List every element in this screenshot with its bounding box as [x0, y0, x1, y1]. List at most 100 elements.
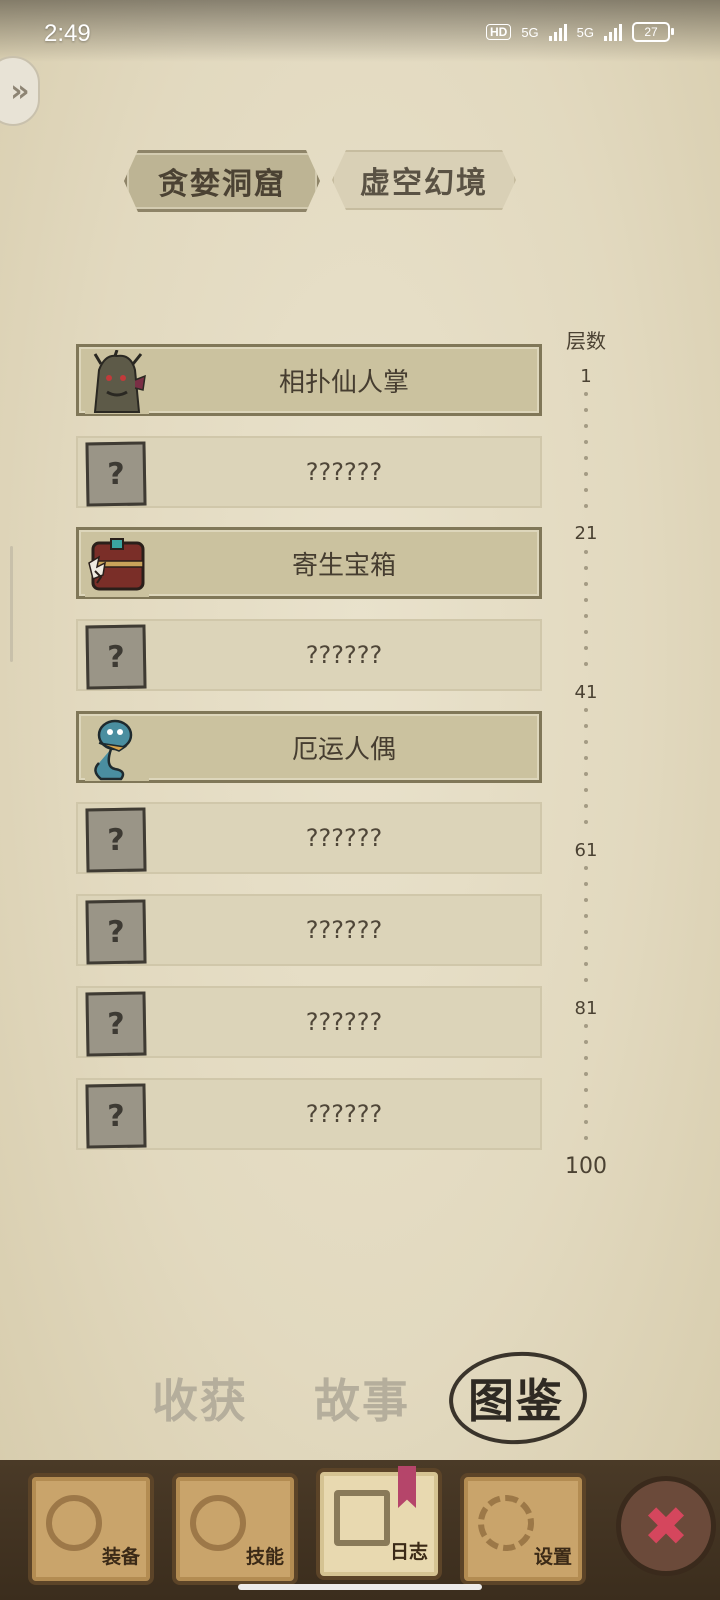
ruler-dot: [584, 978, 588, 982]
nav-label: 日志: [389, 1541, 428, 1563]
nav-label: 设置: [533, 1546, 572, 1568]
ruler-dot: [584, 882, 588, 886]
ruler-dot: [584, 946, 588, 950]
tab-story[interactable]: 故事: [314, 1365, 410, 1431]
question-card-icon: ?: [85, 1083, 147, 1149]
layer-mark: 41: [574, 682, 598, 703]
ruler-dot: [584, 820, 588, 824]
ruler-dot: [584, 1024, 588, 1028]
ruler-dot: [584, 914, 588, 918]
boss-name: 厄运人偶: [291, 734, 396, 765]
boss-row-locked[interactable]: ? ??????: [76, 986, 542, 1058]
layer-mark: 100: [565, 1154, 607, 1179]
home-indicator[interactable]: [238, 1584, 482, 1590]
tab-harvest[interactable]: 收获: [152, 1365, 248, 1431]
ruler-dot: [584, 472, 588, 476]
boss-row-cactus[interactable]: 相扑仙人掌: [76, 344, 542, 416]
nav-label: 技能: [245, 1546, 284, 1568]
mimic-chest-icon: [85, 533, 149, 597]
ruler-dot: [584, 962, 588, 966]
ruler-dot: [584, 756, 588, 760]
signal-icon: [548, 23, 567, 41]
ruler-dot: [584, 1136, 588, 1140]
nav-journal-button[interactable]: 日志: [316, 1468, 442, 1580]
ruler-dot: [584, 898, 588, 902]
boss-name: ??????: [305, 1100, 383, 1128]
ruler-dot: [584, 598, 588, 602]
boss-row-locked[interactable]: ? ??????: [76, 802, 542, 874]
ruler-dot: [584, 1104, 588, 1108]
ruler-dot: [584, 392, 588, 396]
ruler-dot: [584, 456, 588, 460]
ruler-dot: [584, 740, 588, 744]
signal-icon-2: [604, 23, 622, 41]
ruler-dot: [584, 1088, 588, 1092]
tab-greed-cave[interactable]: 贪婪洞窟: [124, 150, 320, 212]
boss-row-locked[interactable]: ? ??????: [76, 894, 542, 966]
boss-row-locked[interactable]: ? ??????: [76, 619, 542, 691]
ruler-dot: [584, 772, 588, 776]
boss-name: ??????: [305, 1008, 383, 1036]
scroll-indicator: [10, 546, 13, 662]
ruler-dot: [584, 614, 588, 618]
close-button[interactable]: ✖: [616, 1476, 716, 1576]
boss-row-doll[interactable]: 厄运人偶: [76, 711, 542, 783]
ruler-dot: [584, 408, 588, 412]
question-card-icon: ?: [85, 991, 147, 1057]
boss-name: ??????: [305, 824, 383, 852]
ruler-dot: [584, 930, 588, 934]
ruler-dot: [584, 488, 588, 492]
battery-icon: 27: [632, 22, 674, 42]
ruler-dot: [584, 708, 588, 712]
boss-row-locked[interactable]: ? ??????: [76, 1078, 542, 1150]
network-type-1: 5G: [521, 24, 539, 40]
boss-name: ??????: [305, 458, 383, 486]
doom-doll-icon: [85, 717, 149, 781]
ruler-dot: [584, 788, 588, 792]
boss-name: 寄生宝箱: [291, 550, 396, 581]
journal-icon: [334, 1490, 390, 1546]
layer-mark: 81: [574, 998, 598, 1019]
ruler-dot: [584, 630, 588, 634]
ruler-dot: [584, 550, 588, 554]
gear-icon: [478, 1495, 534, 1551]
ruler-dot: [584, 424, 588, 428]
ruler-dot: [584, 646, 588, 650]
tab-void-realm[interactable]: 虚空幻境: [332, 150, 516, 210]
ruler-dot: [584, 440, 588, 444]
boss-name: ??????: [305, 916, 383, 944]
question-card-icon: ?: [85, 441, 147, 507]
ruler-dot: [584, 804, 588, 808]
boss-row-mimic[interactable]: 寄生宝箱: [76, 527, 542, 599]
network-type-2: 5G: [576, 24, 594, 40]
nav-settings-button[interactable]: 设置: [460, 1473, 586, 1585]
ruler-dot: [584, 504, 588, 508]
hd-voice-icon: HD: [485, 24, 512, 40]
ruler-dot: [584, 1120, 588, 1124]
boss-name: ??????: [305, 641, 383, 669]
question-card-icon: ?: [85, 624, 147, 690]
layer-count-header: 层数: [566, 329, 606, 353]
cactus-monster-icon: [85, 350, 149, 414]
nav-skills-button[interactable]: 技能: [172, 1473, 298, 1585]
nav-equipment-button[interactable]: 装备: [28, 1473, 154, 1585]
ruler-dot: [584, 1072, 588, 1076]
tab-codex[interactable]: 图鉴: [468, 1365, 564, 1431]
layer-mark: 61: [574, 840, 598, 861]
ruler-dot: [584, 1040, 588, 1044]
ruler-dot: [584, 566, 588, 570]
axe-icon: [46, 1495, 102, 1551]
ruler-dot: [584, 582, 588, 586]
ruler-dot: [584, 1056, 588, 1060]
ruler-dot: [584, 724, 588, 728]
layer-mark: 21: [574, 523, 598, 544]
boss-name: 相扑仙人掌: [278, 367, 409, 398]
question-card-icon: ?: [85, 807, 147, 873]
close-icon: ✖: [643, 1494, 689, 1558]
nav-label: 装备: [101, 1546, 140, 1568]
back-button[interactable]: »: [0, 56, 40, 126]
status-time: 2:49: [44, 20, 91, 47]
layer-mark: 1: [580, 366, 592, 387]
boss-row-locked[interactable]: ? ??????: [76, 436, 542, 508]
ruler-dot: [584, 866, 588, 870]
